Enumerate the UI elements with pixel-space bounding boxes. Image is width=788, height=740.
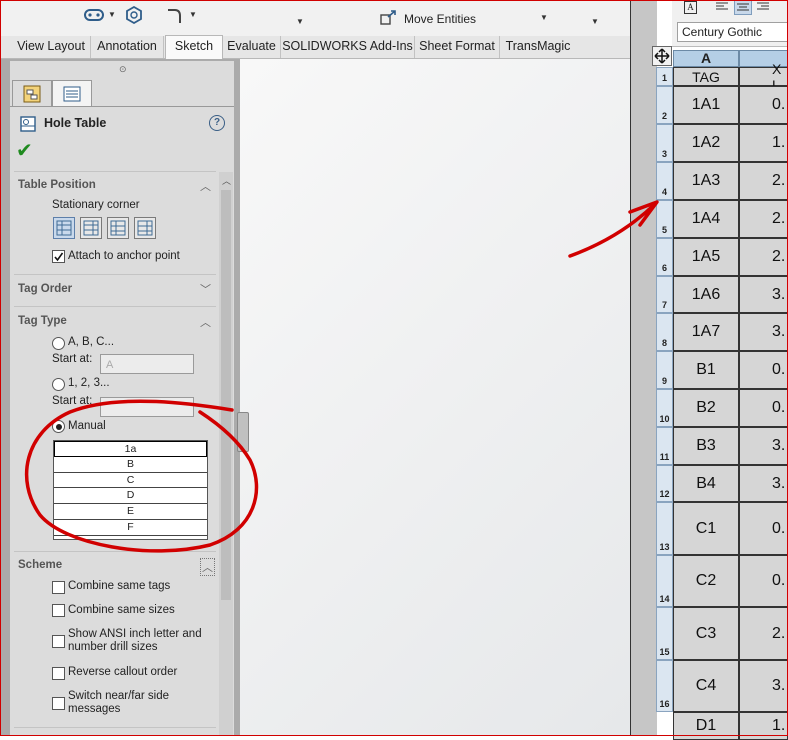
red-annotation-overlay xyxy=(24,200,659,553)
annotation-circle xyxy=(24,399,259,553)
annotation-arrow xyxy=(568,202,657,258)
